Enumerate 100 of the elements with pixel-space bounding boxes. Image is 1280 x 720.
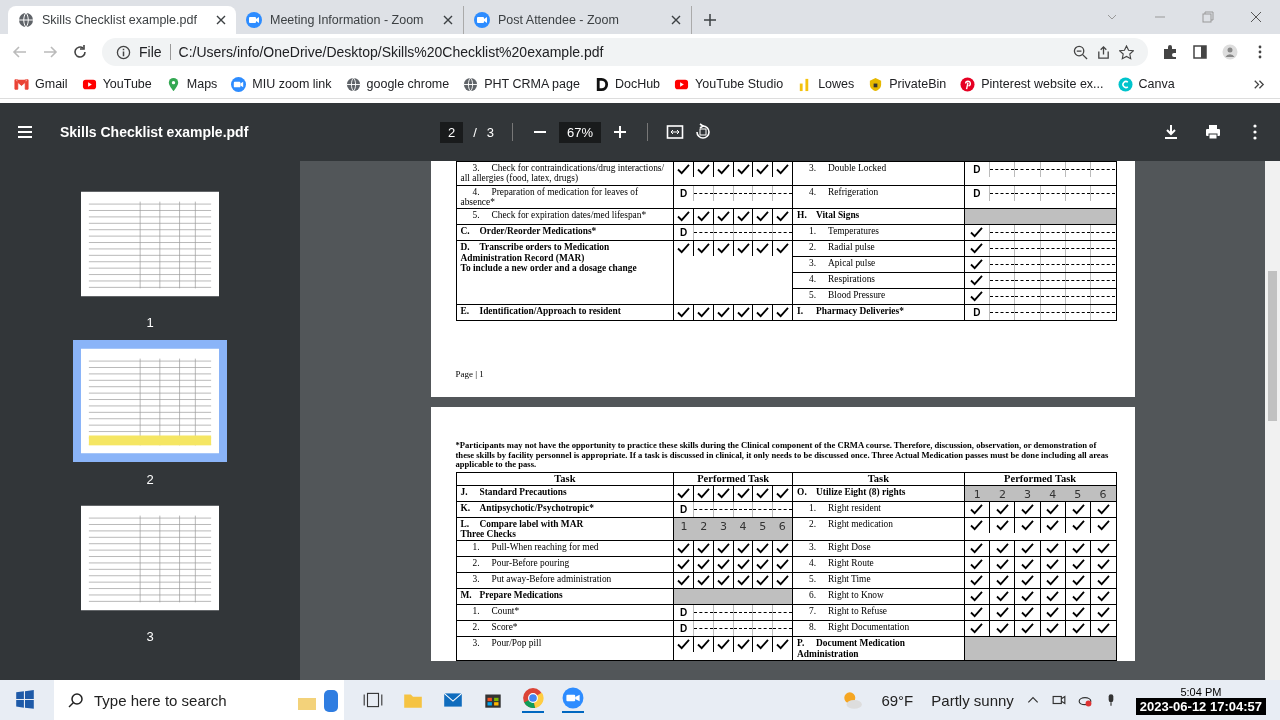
rotate-icon[interactable]: [694, 123, 713, 141]
check-mark-icon: [1096, 559, 1110, 571]
check-mark-icon: [677, 575, 691, 587]
check-mark-icon: [995, 543, 1009, 555]
column-header: Task: [792, 472, 965, 486]
check-mark-icon: [970, 243, 984, 255]
scheme-label: File: [139, 44, 162, 60]
menu-icon[interactable]: [16, 123, 34, 141]
scrollbar-thumb[interactable]: [1268, 271, 1277, 421]
check-mark-icon: [716, 543, 730, 555]
globe-icon: [345, 76, 361, 92]
chrome-logo-icon[interactable]: [522, 687, 544, 713]
check-mark-icon: [995, 607, 1009, 619]
discussed-mark: D: [973, 307, 981, 319]
task-cell: 5. Check for expiration dates/med lifespan*: [456, 208, 674, 225]
check-mark-icon: [970, 291, 984, 303]
check-mark-icon: [1071, 607, 1085, 619]
discussed-mark: D: [680, 623, 688, 635]
bookmark[interactable]: MIU zoom link: [231, 76, 332, 92]
close-icon[interactable]: [671, 15, 681, 25]
check-mark-icon: [736, 243, 750, 255]
pass-number: 2: [700, 519, 708, 533]
share-icon[interactable]: [1096, 44, 1111, 60]
discussed-mark: D: [973, 164, 981, 175]
page-number-field[interactable]: 2: [440, 121, 464, 143]
bookmark[interactable]: DocHub: [593, 76, 661, 92]
bookmark[interactable]: PHT CRMA page: [463, 76, 580, 92]
bookmark[interactable]: Canva: [1117, 76, 1175, 92]
check-mark-icon: [1020, 543, 1034, 555]
task-cell: 3. Double Locked: [792, 161, 965, 186]
check-mark-icon: [1096, 575, 1110, 587]
close-icon[interactable]: [216, 15, 226, 25]
check-mark-icon: [1046, 559, 1060, 571]
bookmark[interactable]: Maps: [165, 76, 218, 92]
check-mark-icon: [1096, 623, 1110, 635]
pin-logo-icon: [960, 76, 976, 92]
pass-number: 3: [1024, 487, 1032, 501]
task-cell: D. Transcribe orders to Medication Administration Record (MAR) To include a new order and a dosage change: [456, 240, 674, 305]
pass-number: 1: [680, 519, 688, 533]
camera-icon[interactable]: [1051, 693, 1066, 707]
check-mark-icon: [677, 211, 691, 223]
bookmark[interactable]: PrivateBin: [868, 76, 947, 92]
windows-logo-icon[interactable]: [14, 689, 36, 711]
check-mark-icon: [1020, 519, 1034, 531]
task-cell: 4. Respirations: [792, 272, 965, 289]
zoom-out-icon[interactable]: [1073, 44, 1088, 60]
zoom-field[interactable]: 67%: [559, 121, 602, 143]
task-cell: 3. Apical pulse: [792, 256, 965, 273]
check-mark-icon: [716, 243, 730, 255]
envelope-icon: [14, 76, 29, 92]
clock-time: 5:04 PM: [1180, 685, 1222, 698]
bookmark[interactable]: google chrome: [345, 76, 450, 92]
avatar-icon[interactable]: [1222, 44, 1238, 60]
discussed-mark: D: [680, 227, 688, 239]
close-icon[interactable]: [443, 15, 453, 25]
browser-tab[interactable]: Post Attendee - Zoom: [464, 6, 692, 34]
check-mark-icon: [970, 591, 984, 603]
check-mark-icon: [677, 307, 691, 319]
bookmark[interactable]: Gmail: [14, 76, 68, 92]
check-mark-icon: [677, 243, 691, 255]
address-bar[interactable]: File C:/Users/info/OneDrive/Desktop/Skills%20Checklist%20example.pdf: [102, 38, 1148, 66]
close-icon[interactable]: [1250, 11, 1262, 23]
fit-page-icon[interactable]: [666, 123, 685, 141]
check-mark-icon: [1096, 503, 1110, 515]
check-mark-icon: [697, 243, 710, 255]
check-mark-icon: [995, 519, 1009, 531]
check-mark-icon: [1071, 575, 1085, 587]
taskbar-search-field[interactable]: Type here to search: [54, 680, 344, 720]
check-mark-icon: [995, 503, 1009, 515]
star-icon[interactable]: [1119, 44, 1134, 60]
browser-tab[interactable]: Skills Checklist example.pdf: [8, 6, 236, 34]
task-cell: 1. Count*: [456, 604, 674, 621]
new-tab-icon[interactable]: [704, 14, 716, 26]
download-icon[interactable]: [1162, 123, 1180, 141]
task-cell: 4. Preparation of medication for leaves of absence*: [456, 185, 674, 209]
browser-tab[interactable]: Meeting Information - Zoom: [236, 6, 464, 34]
puzzle-icon[interactable]: [1162, 44, 1178, 60]
check-mark-icon: [970, 503, 984, 515]
task-cell: J. Standard Precautions: [456, 485, 674, 502]
camera-icon[interactable]: [562, 687, 584, 713]
check-mark-icon: [1096, 543, 1110, 555]
print-icon[interactable]: [1204, 123, 1222, 141]
camera-icon: [474, 12, 490, 28]
check-mark-icon: [736, 543, 750, 555]
bookmark[interactable]: YouTube: [81, 76, 152, 92]
page-footer: Page | 1: [455, 369, 1117, 380]
side-panel-icon[interactable]: [1192, 44, 1208, 60]
task-cell: K. Antipsychotic/Psychotropic*: [456, 501, 674, 518]
check-mark-icon: [697, 575, 710, 587]
check-mark-icon: [756, 543, 770, 555]
check-mark-icon: [736, 307, 750, 319]
check-mark-icon: [697, 211, 710, 223]
bookmark[interactable]: YouTube Studio: [674, 76, 784, 92]
bookmark[interactable]: Pinterest website ex...: [960, 76, 1104, 92]
reload-icon[interactable]: [72, 44, 88, 60]
page-thumbnail[interactable]: [73, 340, 227, 462]
bookmark[interactable]: Lowes: [797, 76, 855, 92]
task-cell: 3. Put away-Before administration: [456, 572, 674, 589]
check-mark-icon: [1020, 591, 1034, 603]
check-mark-icon: [970, 227, 984, 239]
